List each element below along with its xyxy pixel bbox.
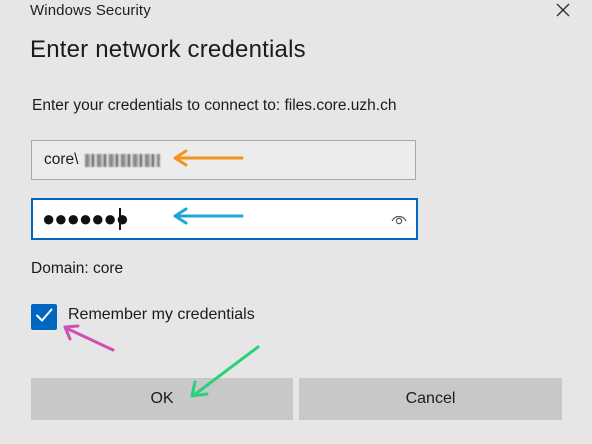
- eye-icon[interactable]: [390, 211, 408, 227]
- ok-button[interactable]: OK: [31, 378, 293, 420]
- password-field[interactable]: ●●●●●●●: [31, 198, 418, 240]
- password-value: ●●●●●●●: [42, 206, 129, 231]
- username-field[interactable]: core\: [31, 140, 416, 180]
- close-button[interactable]: [548, 0, 578, 24]
- window-title: Windows Security: [30, 2, 151, 19]
- redacted-username: [85, 154, 160, 167]
- text-caret: [119, 208, 121, 230]
- domain-label: Domain: core: [31, 260, 124, 277]
- pink-arrow-icon: [63, 324, 115, 352]
- username-value: core\: [44, 151, 79, 168]
- remember-label[interactable]: Remember my credentials: [68, 306, 255, 324]
- close-icon: [556, 3, 570, 22]
- connection-prompt: Enter your credentials to connect to: fi…: [32, 97, 397, 114]
- dialog-heading: Enter network credentials: [30, 36, 306, 63]
- remember-checkbox[interactable]: [31, 304, 57, 330]
- checkmark-icon: [34, 305, 54, 330]
- credentials-dialog: Windows Security Enter network credentia…: [0, 0, 592, 444]
- cancel-button[interactable]: Cancel: [299, 378, 562, 420]
